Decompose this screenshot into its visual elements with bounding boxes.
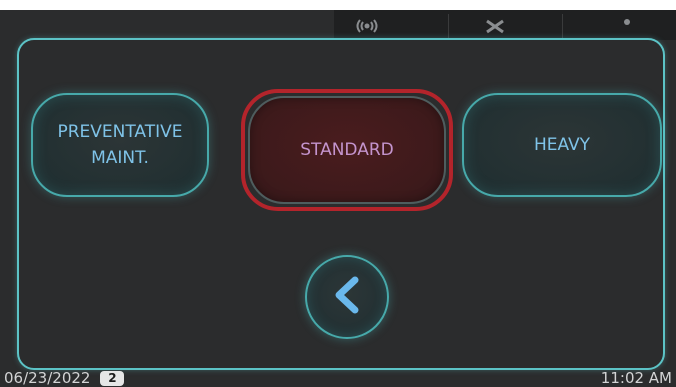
- button-label: HEAVY: [533, 135, 591, 155]
- more-icon[interactable]: [622, 18, 632, 37]
- tools-icon[interactable]: [484, 18, 506, 37]
- preventative-maint-button[interactable]: PREVENTATIVE MAINT.: [31, 93, 209, 197]
- device-screen: PREVENTATIVE MAINT. STANDARD HEAVY 06/23…: [0, 10, 676, 387]
- heavy-button[interactable]: HEAVY: [462, 93, 662, 197]
- button-label-line1: PREVENTATIVE: [57, 122, 183, 142]
- topbar-divider: [448, 14, 449, 38]
- status-time: 11:02 AM: [600, 369, 672, 387]
- notification-badge[interactable]: 2: [100, 370, 125, 386]
- chevron-left-icon: [330, 275, 364, 319]
- button-label: STANDARD: [300, 140, 394, 160]
- status-date-area: 06/23/2022 2: [4, 369, 125, 387]
- topbar-divider: [562, 14, 563, 38]
- button-label-line2: MAINT.: [91, 148, 149, 168]
- standard-button[interactable]: STANDARD: [248, 96, 446, 204]
- top-status-bar: [334, 10, 676, 40]
- wireless-signal-icon[interactable]: [354, 18, 380, 37]
- back-button[interactable]: [305, 255, 389, 339]
- status-date: 06/23/2022: [4, 369, 91, 387]
